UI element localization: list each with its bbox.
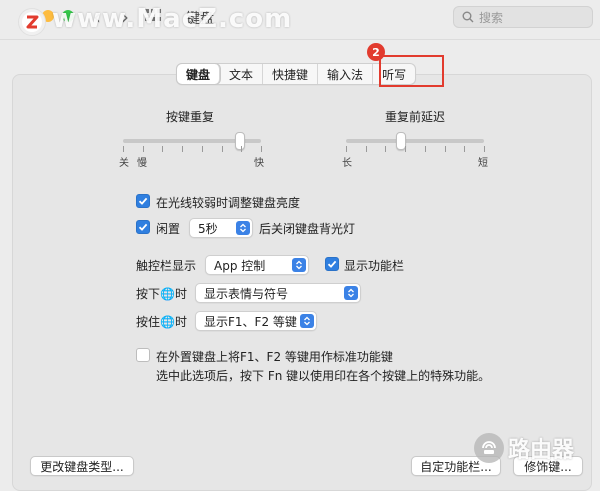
slider-tick	[123, 146, 124, 152]
delay-until-repeat-title: 重复前延迟	[385, 110, 446, 124]
slider-tick	[261, 146, 262, 152]
adjust-brightness-checkbox[interactable]	[136, 194, 150, 208]
chevron-updown-icon	[292, 258, 306, 272]
press-globe-value: 显示表情与符号	[204, 286, 289, 301]
tab-input-sources[interactable]: 输入法	[318, 64, 374, 84]
title-bar: ‹ › 键盘 www.MacZ.com 搜索	[0, 0, 600, 40]
press-globe-label: 按下🌐时	[136, 287, 187, 301]
adjust-brightness-label: 在光线较弱时调整键盘亮度	[156, 196, 301, 210]
change-keyboard-type-button[interactable]: 更改键盘类型...	[30, 456, 134, 476]
slider-tick	[142, 146, 144, 152]
idle-duration-select[interactable]: 5秒	[189, 218, 253, 238]
slider-tick	[424, 146, 426, 152]
fn-keys-note: 选中此选项后，按下 Fn 键以使用印在各个按键上的特殊功能。	[156, 369, 491, 383]
step-number-badge: 2	[367, 43, 385, 61]
search-input[interactable]: 搜索	[453, 6, 593, 28]
key-repeat-slider[interactable]	[123, 132, 261, 150]
tab-text[interactable]: 文本	[220, 64, 264, 84]
delay-short-label: 短	[478, 158, 488, 169]
key-repeat-fast-label: 快	[254, 158, 264, 169]
key-repeat-title: 按键重复	[166, 110, 215, 124]
site-watermark-text: 路由器	[508, 438, 575, 463]
key-repeat-slow-label: 慢	[137, 158, 147, 169]
chevron-updown-icon	[236, 221, 250, 235]
slider-tick	[182, 146, 184, 152]
slider-tick	[365, 146, 367, 152]
show-fn-strip-label: 显示功能栏	[344, 259, 405, 273]
delay-until-repeat-slider[interactable]	[346, 132, 484, 150]
chevron-updown-icon	[344, 286, 358, 300]
annotation-highlight-box	[379, 55, 444, 87]
search-icon	[462, 11, 474, 23]
tab-keyboard[interactable]: 键盘	[177, 64, 221, 84]
touchbar-label: 触控栏显示	[136, 259, 197, 273]
checkmark-icon	[138, 197, 148, 205]
hold-globe-label: 按住🌐时	[136, 315, 187, 329]
slider-tick	[221, 146, 223, 152]
fn-keys-checkbox[interactable]	[136, 348, 150, 362]
slider-tick	[464, 146, 466, 152]
search-placeholder: 搜索	[479, 10, 504, 25]
checkmark-icon	[327, 260, 337, 268]
tab-shortcuts[interactable]: 快捷键	[263, 64, 319, 84]
slider-tick	[484, 146, 485, 152]
watermark-text: www.MacZ.com	[52, 4, 293, 34]
touchbar-value: App 控制	[214, 258, 266, 273]
fn-keys-label: 在外置键盘上将F1、F2 等键用作标准功能键	[156, 350, 393, 364]
slider-tick	[241, 146, 243, 152]
slider-tick	[444, 146, 446, 152]
press-globe-select[interactable]: 显示表情与符号	[195, 283, 361, 303]
chevron-updown-icon	[300, 314, 314, 328]
hold-globe-select[interactable]: 显示F1、F2 等键	[195, 311, 317, 331]
idle-duration-value: 5秒	[198, 221, 218, 236]
hold-globe-value: 显示F1、F2 等键	[204, 314, 297, 329]
slider-tick	[385, 146, 387, 152]
slider-tick	[405, 146, 407, 152]
slider-tick	[346, 146, 347, 152]
show-fn-strip-checkbox[interactable]	[325, 257, 339, 271]
watermark-logo-icon	[18, 8, 46, 36]
checkmark-icon	[138, 223, 148, 231]
slider-tick	[162, 146, 164, 152]
slider-tick	[201, 146, 203, 152]
idle-backlight-checkbox[interactable]	[136, 220, 150, 234]
key-repeat-off-label: 关	[119, 158, 129, 169]
delay-long-label: 长	[342, 158, 352, 169]
touchbar-select[interactable]: App 控制	[205, 255, 309, 275]
idle-prefix-label: 闲置	[156, 222, 181, 236]
router-icon	[474, 433, 504, 463]
idle-suffix-label: 后关闭键盘背光灯	[259, 222, 356, 236]
site-watermark: 路由器	[474, 432, 574, 464]
